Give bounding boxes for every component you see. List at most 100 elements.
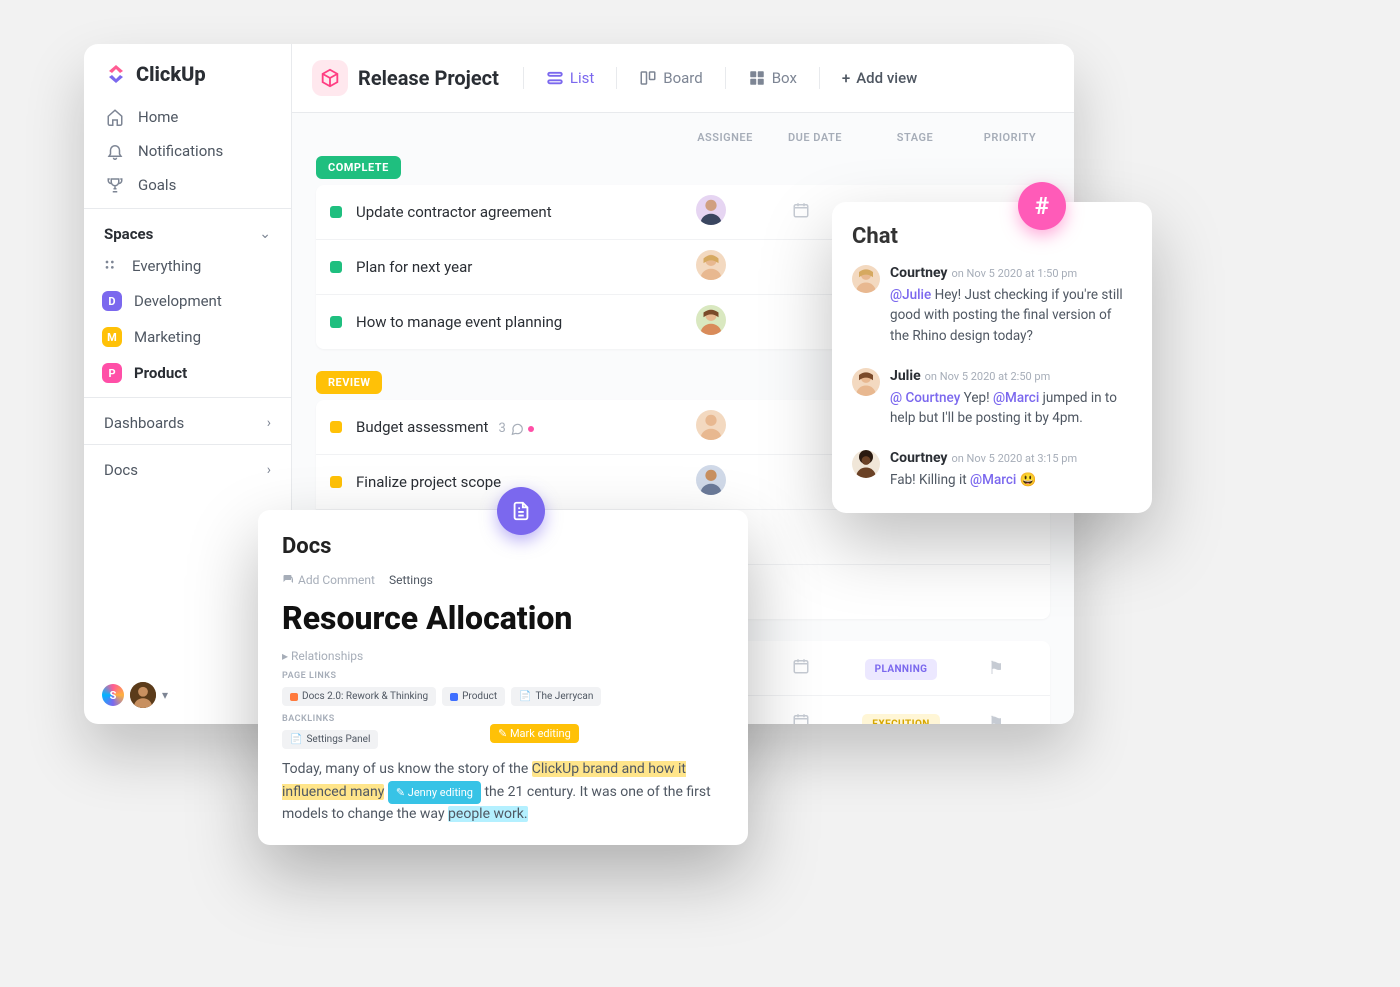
divider [84,444,291,445]
spaces-title: Spaces [104,225,153,243]
nav-notifications-label: Notifications [138,142,223,160]
doc-text: Today, many of us know the story of the [282,761,532,777]
page-link-chip[interactable]: Product [442,687,505,706]
workspace-badge[interactable]: S [102,684,124,706]
page-link-chip[interactable]: 📄The Jerrycan [511,687,601,706]
chevron-right-icon: › [267,415,271,431]
msg-author: Julie [890,368,921,384]
home-icon [106,108,124,126]
doc-relationships[interactable]: ▸ Relationships [282,649,724,663]
cell-assignee[interactable] [666,410,756,444]
avatar [696,250,726,280]
box-icon [748,69,766,87]
chevron-down-icon[interactable]: ▾ [162,688,168,702]
mention[interactable]: @Marci [993,390,1039,406]
view-tab-label: Box [772,69,797,87]
sidebar-item-development[interactable]: D Development [84,283,291,319]
avatar [696,410,726,440]
task-name: Update contractor agreement [356,203,666,221]
cell-assignee[interactable] [666,195,756,229]
page-link-chip[interactable]: Docs 2.0: Rework & Thinking [282,687,436,706]
col-due: DUE DATE [770,131,860,144]
cell-priority[interactable]: ⚑ [956,658,1036,679]
mention[interactable]: @Marci [970,472,1016,488]
nav-notifications[interactable]: Notifications [84,134,291,168]
cell-assignee[interactable] [666,305,756,339]
dashboards-header[interactable]: Dashboards › [84,404,291,438]
board-icon [639,69,657,87]
divider [616,67,617,89]
cell-stage[interactable]: PLANNING [846,657,956,680]
view-tab-label: Board [663,69,702,87]
bell-icon [106,142,124,160]
avatar [696,465,726,495]
editing-tag-mark: ✎ Mark editing [490,724,579,743]
brand-logo-row: ClickUp [84,44,291,100]
nav-goals[interactable]: Goals [84,168,291,202]
task-name: Budget assessment3 [356,418,666,436]
cell-due-date[interactable] [756,657,846,680]
docs-header[interactable]: Docs › [84,451,291,485]
view-tab-list[interactable]: List [540,65,600,91]
avatar [696,195,726,225]
dashboards-label: Dashboards [104,414,184,432]
comment-count[interactable]: 3 [498,421,533,436]
everything-label: Everything [132,257,201,275]
msg-author: Courtney [890,450,947,466]
doc-icon: 📄 [290,734,302,745]
doc-settings-button[interactable]: Settings [389,573,433,587]
msg-text: @Julie Hey! Just checking if you're stil… [890,285,1132,346]
mention[interactable]: @Julie [890,287,931,303]
status-icon [330,476,342,488]
status-icon [330,421,342,433]
mention[interactable]: @ Courtney [890,390,960,406]
avatar [696,305,726,335]
msg-text: @ Courtney Yep! @Marci jumped in to help… [890,388,1132,429]
doc-icon: 📄 [519,691,531,702]
msg-text: Fab! Killing it @Marci 😃 [890,470,1132,490]
chevron-right-icon: › [267,462,271,478]
doc-body[interactable]: Today, many of us know the story of the … [282,759,724,825]
col-assignee: ASSIGNEE [680,131,770,144]
cell-assignee[interactable] [666,465,756,499]
group-label-review[interactable]: REVIEW [316,371,382,394]
avatar [852,265,880,293]
backlink-chip[interactable]: 📄Settings Panel [282,730,378,749]
view-tab-board[interactable]: Board [633,65,708,91]
divider [84,397,291,398]
chat-message: Courtneyon Nov 5 2020 at 1:50 pm @Julie … [852,265,1132,346]
group-label-complete[interactable]: COMPLETE [316,156,401,179]
cell-due-date[interactable] [756,712,846,725]
msg-time: on Nov 5 2020 at 3:15 pm [951,452,1077,465]
docs-fab[interactable] [497,487,545,535]
space-badge-d: D [102,291,122,311]
cell-assignee[interactable] [666,250,756,284]
sidebar-item-marketing[interactable]: M Marketing [84,319,291,355]
chat-overlay-card: Chat Courtneyon Nov 5 2020 at 1:50 pm @J… [832,202,1152,513]
chat-fab[interactable]: # [1018,182,1066,230]
msg-time: on Nov 5 2020 at 2:50 pm [925,370,1051,383]
chevron-down-icon: ⌄ [259,226,271,242]
chat-title: Chat [852,224,1132,249]
chat-message: Courtney on Nov 5 2020 at 3:15 pm Fab! Ki… [852,450,1132,490]
list-icon [546,69,564,87]
doc-meta-row: Add Comment Settings [282,573,724,587]
avatar [852,368,880,396]
chat-message: Julie on Nov 5 2020 at 2:50 pm @ Courtney… [852,368,1132,429]
view-tab-box[interactable]: Box [742,65,803,91]
cell-priority[interactable]: ⚑ [956,713,1036,725]
add-comment-button[interactable]: Add Comment [282,573,375,587]
spaces-header[interactable]: Spaces ⌄ [84,215,291,249]
add-view-button[interactable]: + Add view [842,69,917,87]
doc-highlight-cyan: ✎ Jenny editing [388,784,481,800]
sidebar-item-product[interactable]: P Product [84,355,291,391]
cell-stage[interactable]: EXECUTION [846,712,956,725]
backlinks-label: BACKLINKS [282,714,724,724]
status-icon [330,261,342,273]
project-icon [312,60,348,96]
sidebar-item-everything[interactable]: Everything [84,249,291,283]
user-avatar[interactable] [130,682,156,708]
doc-highlight-cyan: people work. [448,806,527,822]
nav-home[interactable]: Home [84,100,291,134]
space-badge-p: P [102,363,122,383]
